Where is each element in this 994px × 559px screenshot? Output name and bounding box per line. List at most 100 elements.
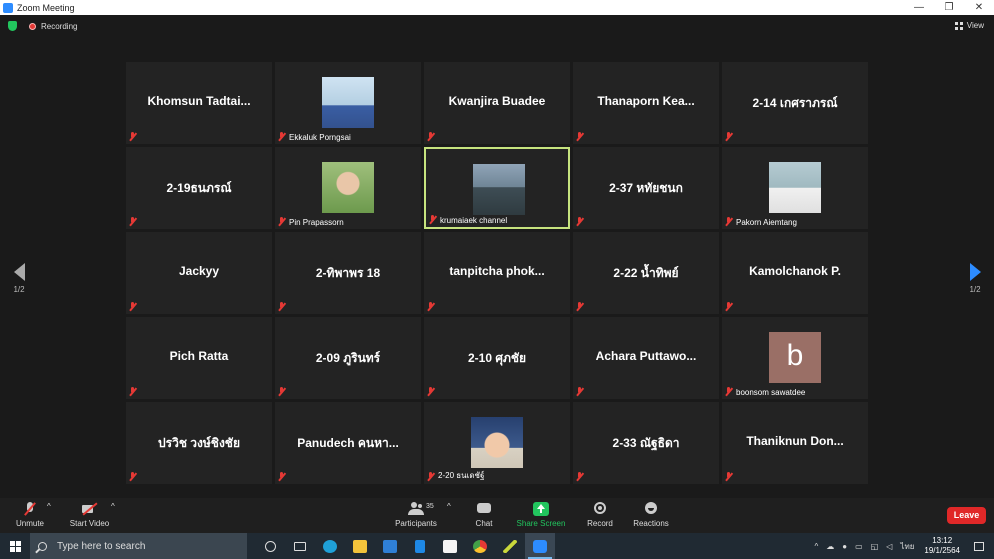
audio-options-caret[interactable]: ^	[47, 502, 51, 511]
participant-name: Khomsun Tadtai...	[147, 94, 251, 108]
record-button[interactable]: Record	[585, 502, 615, 528]
participant-name: Thaniknun Don...	[746, 434, 844, 448]
participant-tile[interactable]: Ekkaluk Porngsai	[275, 62, 421, 144]
participant-name: 2-33 ณัฐธิดา	[612, 436, 680, 450]
language-indicator[interactable]: ไทย	[900, 540, 914, 553]
reactions-button[interactable]: Reactions	[632, 502, 670, 528]
shield-icon[interactable]	[8, 21, 17, 31]
taskbar-search[interactable]: Type here to search	[30, 533, 247, 559]
participant-name: 2-ทิพาพร 18	[315, 266, 381, 280]
window-title: Zoom Meeting	[17, 2, 75, 13]
store-icon[interactable]	[435, 533, 465, 559]
participant-caption: Ekkaluk Porngsai	[289, 133, 351, 142]
participants-label: Participants	[395, 519, 437, 528]
share-screen-button[interactable]: Share Screen	[516, 502, 566, 528]
windows-taskbar: Type here to search ^ ☁ ● ▭ ◱ ◁ ไทย 13:1…	[0, 533, 994, 559]
participant-tile[interactable]: Thanaporn Kea...	[573, 62, 719, 144]
share-screen-icon	[533, 502, 549, 516]
network-icon[interactable]: ◱	[871, 542, 879, 551]
start-video-button[interactable]: Start Video	[67, 502, 112, 528]
participant-tile[interactable]: 2-10 ศุภชัย	[424, 317, 570, 399]
cortana-icon[interactable]	[255, 533, 285, 559]
reactions-label: Reactions	[633, 519, 669, 528]
muted-mic-icon	[576, 387, 584, 396]
chrome-icon[interactable]	[465, 533, 495, 559]
participant-tile[interactable]: 2-14 เกศราภรณ์	[722, 62, 868, 144]
participant-video	[769, 162, 821, 213]
zoom-taskbar-icon[interactable]	[525, 533, 555, 559]
participant-tile[interactable]: 2-ทิพาพร 18	[275, 232, 421, 314]
unmute-label: Unmute	[15, 519, 44, 528]
edge-icon[interactable]	[315, 533, 345, 559]
muted-mic-icon	[576, 302, 584, 311]
microphone-icon[interactable]: ●	[842, 542, 847, 551]
clock[interactable]: 13:12 19/1/2564	[924, 536, 960, 556]
chat-button[interactable]: Chat	[470, 502, 498, 528]
muted-mic-icon	[576, 217, 584, 226]
muted-mic-icon	[278, 387, 286, 396]
view-button[interactable]: View	[954, 21, 984, 30]
video-off-icon	[81, 502, 98, 516]
participant-tile[interactable]: 2-09 ภูรินทร์	[275, 317, 421, 399]
minimize-icon[interactable]: —	[904, 0, 934, 15]
participant-tile[interactable]: 2-20 ธนเดชัฐ์	[424, 402, 570, 484]
system-tray: ^ ☁ ● ▭ ◱ ◁ ไทย 13:12 19/1/2564	[811, 533, 994, 559]
muted-mic-icon	[725, 387, 733, 396]
participant-name: 2-22 น้ำทิพย์	[613, 266, 679, 280]
volume-icon[interactable]: ◁	[886, 542, 892, 551]
search-icon	[38, 541, 47, 551]
participant-tile[interactable]: 2-37 หทัยชนก	[573, 147, 719, 229]
share-screen-label: Share Screen	[516, 519, 566, 528]
participant-tile[interactable]: Pakorn Aiemtang	[722, 147, 868, 229]
participant-tile[interactable]: b boonsom sawatdee	[722, 317, 868, 399]
arrow-left-icon	[13, 263, 25, 281]
battery-icon[interactable]: ▭	[855, 542, 863, 551]
cloud-icon[interactable]: ☁	[826, 542, 834, 551]
start-button[interactable]	[0, 533, 30, 559]
muted-mic-icon	[576, 472, 584, 481]
prev-page-button[interactable]: 1/2	[9, 263, 29, 294]
task-view-icon[interactable]	[285, 533, 315, 559]
participant-tile[interactable]: krumaiaek channel	[424, 147, 570, 229]
participant-video	[471, 417, 523, 468]
next-page-button[interactable]: 1/2	[965, 263, 985, 294]
search-placeholder: Type here to search	[57, 540, 146, 552]
participant-tile[interactable]: ปรวิช วงษ์ชิงชัย	[126, 402, 272, 484]
word-icon[interactable]	[405, 533, 435, 559]
notifications-icon[interactable]	[974, 541, 984, 551]
participant-tile[interactable]: Achara Puttawo...	[573, 317, 719, 399]
participant-tile[interactable]: Kwanjira Buadee	[424, 62, 570, 144]
start-video-label: Start Video	[69, 519, 110, 528]
participant-tile[interactable]: Panudech คนหา...	[275, 402, 421, 484]
participant-tile[interactable]: Khomsun Tadtai...	[126, 62, 272, 144]
participant-name: ปรวิช วงษ์ชิงชัย	[158, 436, 240, 450]
participant-tile[interactable]: Kamolchanok P.	[722, 232, 868, 314]
app-icon[interactable]	[495, 533, 525, 559]
participants-icon: 35	[408, 502, 434, 516]
participant-tile[interactable]: Jackyy	[126, 232, 272, 314]
participants-button[interactable]: 35 Participants	[392, 502, 440, 528]
participant-video	[322, 162, 374, 213]
participant-tile[interactable]: 2-19ธนภรณ์	[126, 147, 272, 229]
participant-tile[interactable]: tanpitcha phok...	[424, 232, 570, 314]
unmute-button[interactable]: Unmute	[14, 502, 46, 528]
close-icon[interactable]: ✕	[964, 0, 994, 15]
participant-name: 2-09 ภูรินทร์	[315, 351, 381, 365]
muted-mic-icon	[427, 132, 435, 141]
participant-tile[interactable]: Pich Ratta	[126, 317, 272, 399]
participant-name: 2-37 หทัยชนก	[609, 181, 683, 195]
meeting-area: Recording View 1/2 1/2 Khomsun Tadtai...…	[0, 15, 994, 498]
chevron-up-icon[interactable]: ^	[815, 542, 819, 551]
file-explorer-icon[interactable]	[345, 533, 375, 559]
mail-icon[interactable]	[375, 533, 405, 559]
leave-button[interactable]: Leave	[947, 507, 986, 524]
participants-options-caret[interactable]: ^	[447, 502, 451, 511]
participant-tile[interactable]: Pin Prapassorn	[275, 147, 421, 229]
participant-tile[interactable]: 2-33 ณัฐธิดา	[573, 402, 719, 484]
restore-icon[interactable]: ❐	[934, 0, 964, 15]
participant-tile[interactable]: Thaniknun Don...	[722, 402, 868, 484]
participant-tile[interactable]: 2-22 น้ำทิพย์	[573, 232, 719, 314]
video-options-caret[interactable]: ^	[111, 502, 115, 511]
clock-date: 19/1/2564	[924, 546, 960, 555]
muted-mic-icon	[129, 472, 137, 481]
